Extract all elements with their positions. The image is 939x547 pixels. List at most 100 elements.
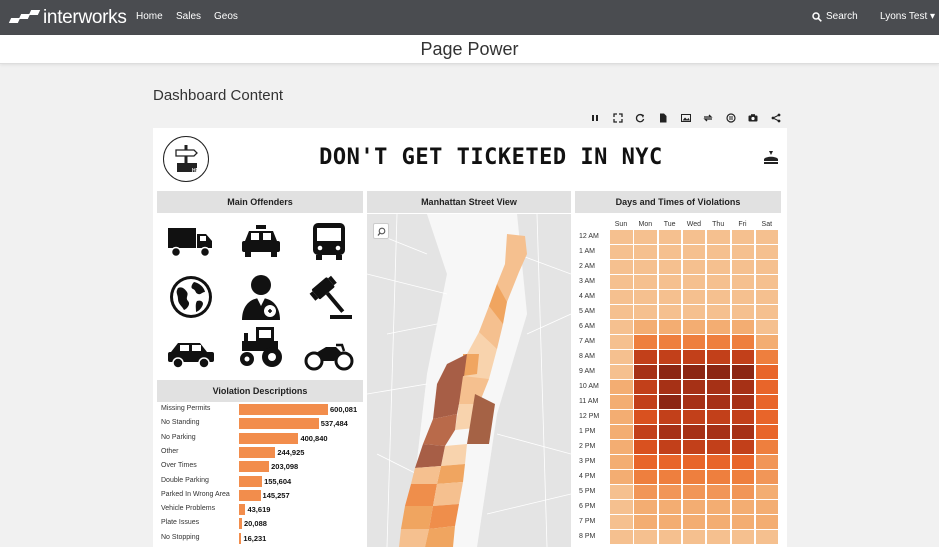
heatmap-cell[interactable] — [755, 290, 779, 304]
heatmap-cell[interactable] — [731, 275, 754, 289]
heatmap-cell[interactable] — [707, 305, 730, 319]
heatmap-cell[interactable] — [610, 380, 633, 394]
heatmap-cell[interactable] — [610, 245, 633, 259]
heatmap-cell[interactable] — [610, 410, 633, 424]
heatmap-cell[interactable] — [610, 260, 633, 274]
heatmap-cell[interactable] — [682, 365, 706, 379]
heatmap-cell[interactable] — [658, 425, 682, 439]
heatmap-cell[interactable] — [634, 485, 657, 499]
violation-bar[interactable] — [239, 461, 270, 473]
motorcycle-icon[interactable] — [301, 330, 357, 380]
data-icon[interactable] — [720, 111, 743, 125]
heatmap-cell[interactable] — [682, 290, 706, 304]
heatmap-cell[interactable] — [610, 275, 633, 289]
violation-row[interactable]: Parked In Wrong Area 145,257 — [161, 489, 366, 502]
heatmap-cell[interactable] — [634, 410, 657, 424]
heatmap-cell[interactable] — [731, 455, 754, 469]
image-icon[interactable] — [674, 111, 697, 125]
heatmap-cell[interactable] — [610, 440, 633, 454]
heatmap-cell[interactable] — [610, 320, 633, 334]
heatmap-cell[interactable] — [755, 515, 779, 529]
violation-bar[interactable] — [239, 432, 299, 444]
violation-row[interactable]: No Stopping 16,231 — [161, 532, 366, 545]
heatmap-cell[interactable] — [755, 320, 779, 334]
violation-row[interactable]: Plate Issues 20,088 — [161, 518, 366, 530]
violation-row[interactable]: No Standing 537,484 — [161, 418, 366, 430]
heatmap-cell[interactable] — [731, 260, 754, 274]
violation-bar[interactable] — [239, 504, 246, 516]
heatmap-cell[interactable] — [755, 530, 779, 544]
heatmap-cell[interactable] — [707, 320, 730, 334]
heatmap-cell[interactable] — [658, 230, 682, 244]
heatmap-cell[interactable] — [658, 320, 682, 334]
heatmap-cell[interactable] — [682, 335, 706, 349]
heatmap-cell[interactable] — [731, 440, 754, 454]
heatmap-cell[interactable] — [707, 245, 730, 259]
violation-bar[interactable] — [239, 418, 319, 430]
heatmap-cell[interactable] — [731, 380, 754, 394]
violation-row[interactable]: No Parking 400,840 — [161, 432, 366, 445]
heatmap-cell[interactable] — [731, 230, 754, 244]
heatmap-cell[interactable] — [634, 440, 657, 454]
heatmap-cell[interactable] — [707, 290, 730, 304]
heatmap-cell[interactable] — [610, 230, 633, 244]
heatmap-cell[interactable] — [634, 335, 657, 349]
heatmap-cell[interactable] — [731, 485, 754, 499]
pdf-icon[interactable] — [652, 111, 675, 125]
heatmap-cell[interactable] — [731, 500, 754, 514]
heatmap-cell[interactable] — [634, 245, 657, 259]
nav-link-home[interactable]: Home — [136, 11, 163, 22]
heatmap-cell[interactable] — [755, 425, 779, 439]
violation-row[interactable]: Double Parking 155,604 — [161, 475, 366, 488]
revert-icon[interactable] — [697, 111, 720, 125]
share-icon[interactable] — [765, 111, 788, 125]
violation-bar[interactable] — [239, 446, 276, 458]
truck-icon[interactable] — [163, 216, 219, 266]
violation-row[interactable]: Other 244,925 — [161, 446, 366, 459]
heatmap-cell[interactable] — [731, 335, 754, 349]
heatmap-cell[interactable] — [755, 335, 779, 349]
heatmap-cell[interactable] — [755, 440, 779, 454]
heatmap-cell[interactable] — [731, 425, 754, 439]
heatmap-cell[interactable] — [610, 335, 633, 349]
heatmap-cell[interactable] — [755, 305, 779, 319]
user-menu[interactable]: Lyons Test ▾ — [880, 11, 935, 22]
heatmap-cell[interactable] — [610, 425, 633, 439]
heatmap-cell[interactable] — [658, 440, 682, 454]
heatmap-cell[interactable] — [682, 380, 706, 394]
heatmap-cell[interactable] — [634, 425, 657, 439]
heatmap-cell[interactable] — [658, 410, 682, 424]
heatmap-cell[interactable] — [707, 260, 730, 274]
heatmap-cell[interactable] — [731, 290, 754, 304]
heatmap-cell[interactable] — [682, 485, 706, 499]
heatmap-cell[interactable] — [755, 260, 779, 274]
heatmap-cell[interactable] — [634, 455, 657, 469]
heatmap-cell[interactable] — [634, 230, 657, 244]
heatmap-cell[interactable] — [755, 410, 779, 424]
heatmap-cell[interactable] — [682, 275, 706, 289]
heatmap-cell[interactable] — [658, 470, 682, 484]
heatmap-cell[interactable] — [682, 470, 706, 484]
heatmap-cell[interactable] — [658, 350, 682, 364]
heatmap-cell[interactable] — [658, 530, 682, 544]
tractor-icon[interactable] — [233, 322, 289, 372]
violation-row[interactable]: Vehicle Problems 43,619 — [161, 504, 366, 516]
fullscreen-icon[interactable] — [607, 111, 630, 125]
manhattan-map[interactable] — [367, 214, 571, 547]
heatmap-cell[interactable] — [731, 395, 754, 409]
heatmap-cell[interactable] — [707, 230, 730, 244]
heatmap-cell[interactable] — [658, 380, 682, 394]
doctor-icon[interactable] — [233, 272, 289, 322]
heatmap-cell[interactable] — [731, 515, 754, 529]
nav-link-sales[interactable]: Sales — [176, 11, 201, 22]
heatmap-cell[interactable] — [610, 365, 633, 379]
map-search-button[interactable] — [373, 223, 389, 239]
heatmap-cell[interactable] — [634, 470, 657, 484]
violation-bar[interactable] — [239, 518, 242, 530]
heatmap-cell[interactable] — [755, 245, 779, 259]
heatmap-cell[interactable] — [682, 530, 706, 544]
heatmap-cell[interactable] — [634, 395, 657, 409]
violation-row[interactable]: Missing Permits 600,081 — [161, 404, 366, 416]
heatmap-cell[interactable] — [682, 395, 706, 409]
heatmap-cell[interactable] — [610, 305, 633, 319]
